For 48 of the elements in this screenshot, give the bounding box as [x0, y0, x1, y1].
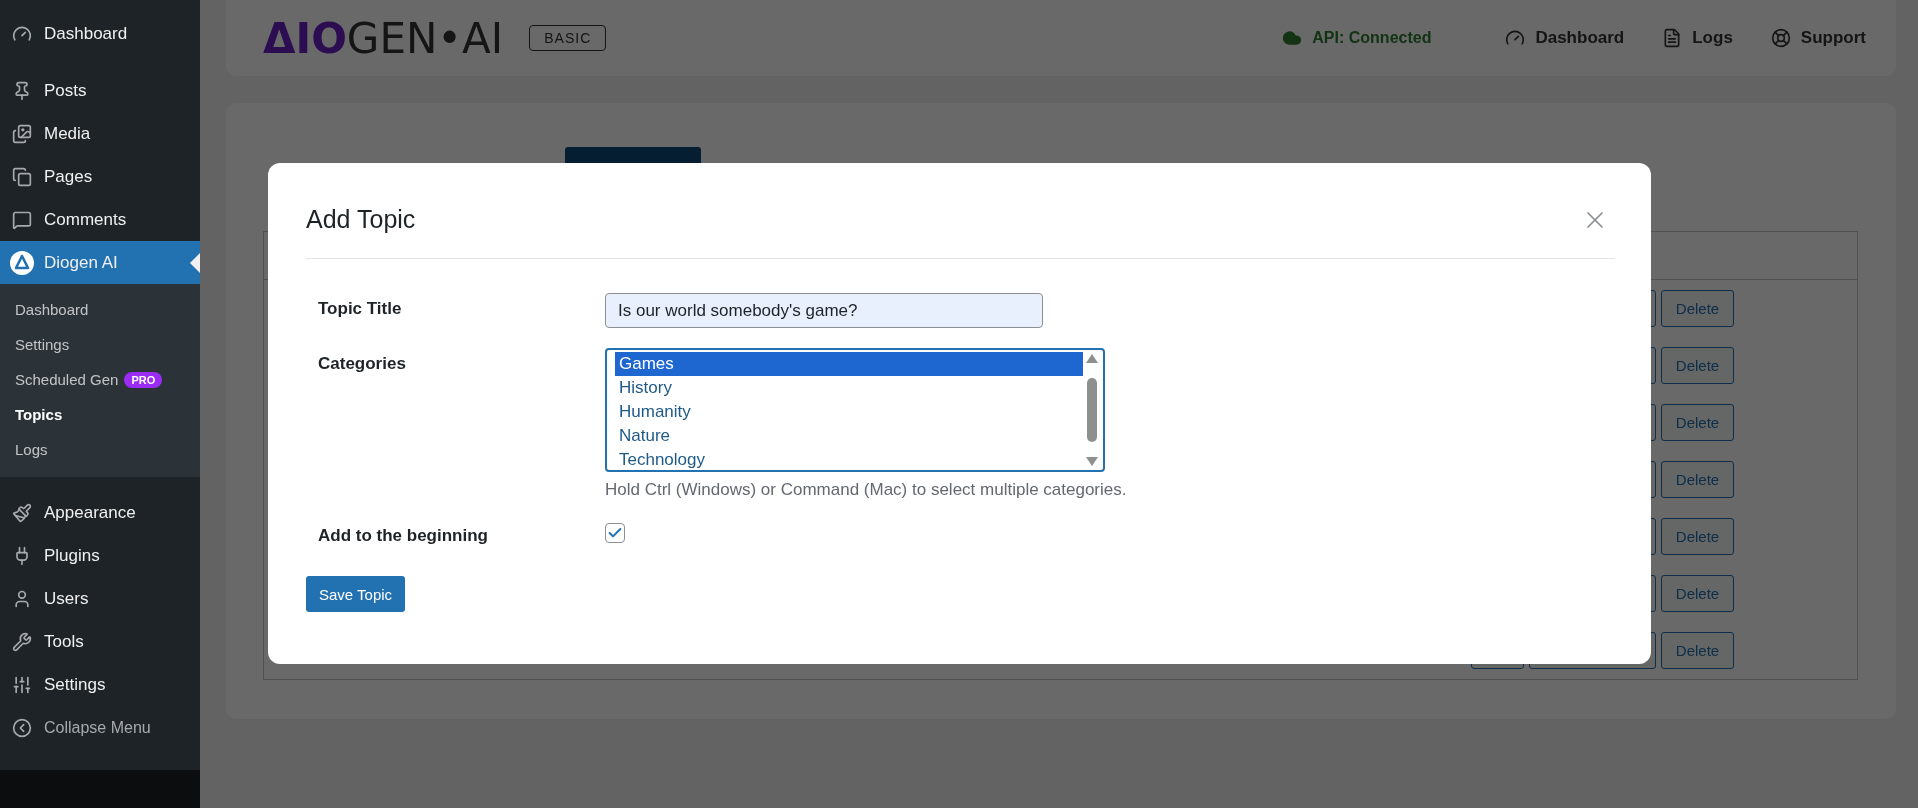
category-option[interactable]: History: [615, 376, 1083, 400]
logo: ΔIOGEN•AI: [263, 13, 504, 63]
scroll-down-icon[interactable]: [1086, 457, 1098, 466]
sidebar-item[interactable]: Media: [0, 112, 200, 155]
submenu-item[interactable]: Dashboard: [0, 292, 200, 327]
sidebar-item[interactable]: Tools: [0, 620, 200, 663]
api-status-label: API: Connected: [1312, 29, 1432, 47]
category-option[interactable]: Humanity: [615, 400, 1083, 424]
submenu-label: Scheduled Gen: [15, 371, 119, 388]
sidebar-item[interactable]: Pages: [0, 155, 200, 198]
pro-badge: PRO: [124, 371, 163, 388]
save-button[interactable]: Save Topic: [306, 576, 406, 612]
field-label: Categories: [318, 353, 407, 375]
submenu-item[interactable]: Logs: [0, 432, 200, 467]
pointer-triangle-icon: [190, 253, 200, 273]
submenu-item[interactable]: Settings: [0, 327, 200, 362]
dialog-title: Add Topic: [306, 205, 416, 234]
sidebar-item[interactable]: Posts: [0, 69, 200, 112]
field-label: Topic Title: [318, 298, 403, 320]
plan-badge: BASIC: [529, 25, 607, 51]
submenu-item[interactable]: Scheduled Gen PRO: [0, 362, 200, 397]
submenu-label: Dashboard: [15, 301, 89, 318]
sidebar-item[interactable]: Comments: [0, 198, 200, 241]
topic-title-field[interactable]: Is our world somebody's game?: [605, 293, 1043, 328]
category-option[interactable]: Games: [615, 352, 1083, 376]
nav-icon: [1662, 28, 1683, 48]
nav-icon: [1505, 28, 1526, 48]
submenu-label: Topics: [15, 406, 63, 423]
sidebar-item[interactable]: Settings: [0, 663, 200, 706]
categories-list[interactable]: Games History Humanity Nature Technology: [605, 348, 1105, 472]
scroll-up-icon[interactable]: [1086, 354, 1098, 363]
submenu-item[interactable]: Topics: [0, 397, 200, 432]
sidebar-item[interactable]: Diogen AI: [0, 241, 200, 284]
category-option[interactable]: Technology: [615, 448, 1083, 472]
sidebar-item[interactable]: Dashboard: [0, 12, 200, 55]
category-option[interactable]: Nature: [615, 424, 1083, 448]
field-label: Add to the beginning: [318, 525, 489, 546]
sidebar-item[interactable]: Users: [0, 577, 200, 620]
sidebar-item[interactable]: Plugins: [0, 534, 200, 577]
triangle-logo-icon: [10, 250, 34, 275]
scrollbar[interactable]: [1083, 352, 1101, 468]
submenu-label: Settings: [15, 336, 70, 353]
submenu-label: Logs: [15, 441, 48, 458]
checkbox[interactable]: [605, 523, 625, 543]
sidebar-item[interactable]: Appearance: [0, 491, 200, 534]
nav-icon: [1770, 28, 1791, 48]
help-text: Hold Ctrl (Windows) or Command (Mac) to select multiple categories.: [605, 480, 1128, 500]
collapse-menu[interactable]: Collapse Menu: [0, 706, 200, 749]
